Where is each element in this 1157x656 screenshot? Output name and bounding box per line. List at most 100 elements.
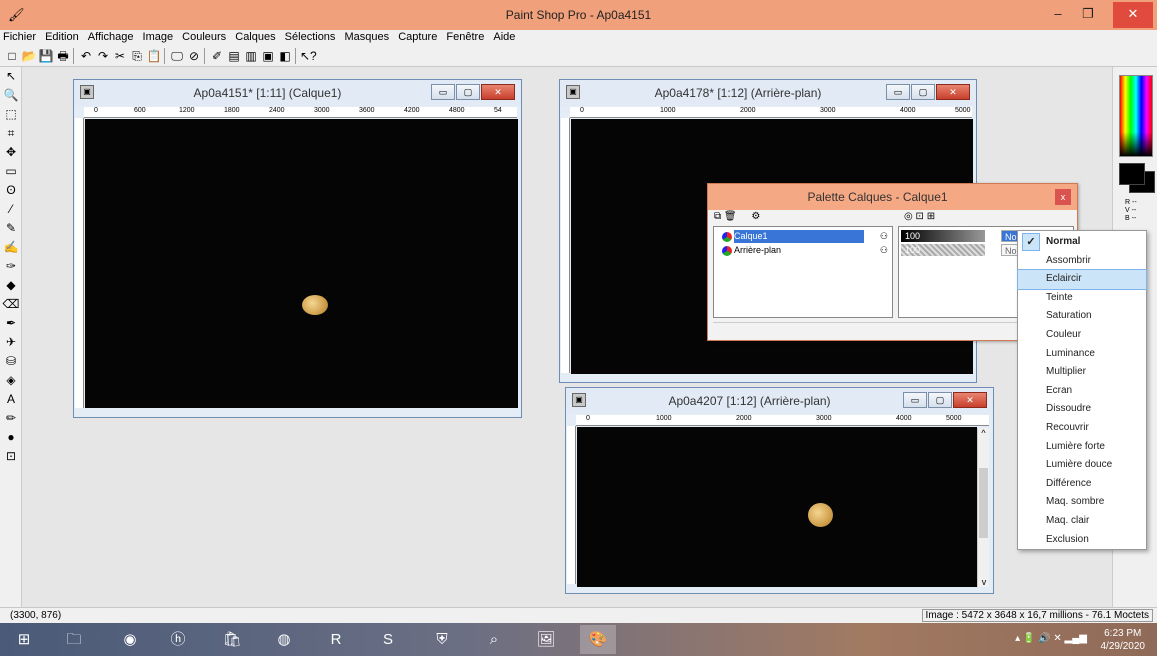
menu-selections[interactable]: Sélections <box>282 30 339 44</box>
window-title-bar[interactable]: ▣ Ap0a4207 [1:12] (Arrière-plan) ▭ ▢ ✕ <box>566 388 993 414</box>
picture-tube-tool-icon[interactable]: ✒ <box>0 314 22 333</box>
image-canvas[interactable] <box>85 119 518 408</box>
layer-group-icon[interactable]: ⊞ <box>927 211 935 222</box>
print-icon[interactable]: 🖶 <box>55 48 71 64</box>
blend-option-saturation[interactable]: Saturation <box>1018 307 1146 326</box>
layer-properties-icon[interactable]: ⚙ <box>751 211 760 222</box>
skype-icon[interactable]: S <box>370 625 406 654</box>
lasso-tool-icon[interactable]: ʘ <box>0 181 22 200</box>
blend-option-lumiere-douce[interactable]: Lumière douce <box>1018 456 1146 475</box>
windows-start-icon[interactable]: ⊞ <box>6 625 42 654</box>
zoom-icon[interactable]: ⊘ <box>186 48 202 64</box>
scrollbar-thumb[interactable] <box>979 468 988 538</box>
undo-icon[interactable]: ↶ <box>78 48 94 64</box>
shape-fill-tool-icon[interactable]: ◈ <box>0 371 22 390</box>
paint-shop-pro-task-icon[interactable]: 🎨 <box>580 625 616 654</box>
window-minimize-button[interactable]: ▭ <box>431 84 455 100</box>
window-minimize-button[interactable]: ▭ <box>886 84 910 100</box>
image-window-ap0a4151[interactable]: ▣ Ap0a4151* [1:11] (Calque1) ▭ ▢ ✕ 0 600 1… <box>73 79 522 418</box>
palette-close-button[interactable]: x <box>1055 189 1071 205</box>
deform-tool-icon[interactable]: ⬚ <box>0 105 22 124</box>
blend-option-normal[interactable]: ✓ Normal <box>1018 233 1146 252</box>
flood-fill-tool-icon[interactable]: ⛁ <box>0 352 22 371</box>
window-maximize-button[interactable]: ▢ <box>928 392 952 408</box>
hp-app-icon[interactable]: ⓗ <box>160 625 196 654</box>
blend-option-teinte[interactable]: Teinte <box>1018 289 1146 308</box>
delete-layer-icon[interactable]: 🗑 <box>724 211 737 222</box>
dropper-tool-icon[interactable]: ⁄ <box>0 200 22 219</box>
menu-couleurs[interactable]: Couleurs <box>179 30 229 44</box>
blend-mode-dropdown[interactable]: ✓ Normal Assombrir Eclaircir Teinte Satur… <box>1017 230 1147 550</box>
new-layer-icon[interactable]: ⧉ <box>714 211 721 222</box>
save-icon[interactable]: 💾 <box>38 48 54 64</box>
preset-shapes-tool-icon[interactable]: ● <box>0 428 22 447</box>
crop-tool-icon[interactable]: ⌗ <box>0 124 22 143</box>
file-explorer-icon[interactable]: 🗀 <box>56 625 92 654</box>
window-title-bar[interactable]: ▣ Ap0a4151* [1:11] (Calque1) ▭ ▢ ✕ <box>74 80 521 106</box>
clock[interactable]: 6:23 PM 4/29/2020 <box>1101 627 1146 653</box>
window-close-button[interactable]: ✕ <box>481 84 515 100</box>
foreground-color-swatch[interactable] <box>1119 163 1145 185</box>
menu-edition[interactable]: Edition <box>42 30 82 44</box>
blend-option-dissoudre[interactable]: Dissoudre <box>1018 400 1146 419</box>
layer-row[interactable]: Arrière-plan ⚇ <box>716 244 892 257</box>
blend-option-assombrir[interactable]: Assombrir <box>1018 252 1146 271</box>
clone-tool-icon[interactable]: ✍ <box>0 238 22 257</box>
blend-option-luminance[interactable]: Luminance <box>1018 345 1146 364</box>
scroll-down-icon[interactable]: v <box>978 577 990 587</box>
blend-option-maq-sombre[interactable]: Maq. sombre <box>1018 493 1146 512</box>
blend-option-eclaircir[interactable]: Eclaircir <box>1017 269 1147 290</box>
menu-capture[interactable]: Capture <box>395 30 440 44</box>
image-window-ap0a4207[interactable]: ▣ Ap0a4207 [1:12] (Arrière-plan) ▭ ▢ ✕ 0 1… <box>565 387 994 594</box>
retouch-tool-icon[interactable]: ◆ <box>0 276 22 295</box>
window-maximize-button[interactable]: ▢ <box>911 84 935 100</box>
maximize-button[interactable]: ❐ <box>1073 2 1103 28</box>
eraser-tool-icon[interactable]: ⌫ <box>0 295 22 314</box>
menu-calques[interactable]: Calques <box>232 30 278 44</box>
copy-icon[interactable]: ⎘ <box>129 48 145 64</box>
paste-icon[interactable]: 📋 <box>146 48 162 64</box>
selection-tool-icon[interactable]: ▭ <box>0 162 22 181</box>
blend-option-lumiere-forte[interactable]: Lumière forte <box>1018 438 1146 457</box>
camera-app-icon[interactable]: ◉ <box>112 625 148 654</box>
color-replacer-tool-icon[interactable]: ✑ <box>0 257 22 276</box>
chrome-icon[interactable]: ◍ <box>266 625 302 654</box>
open-folder-icon[interactable]: 📂 <box>21 48 37 64</box>
menu-image[interactable]: Image <box>140 30 177 44</box>
window-title-bar[interactable]: ▣ Ap0a4178* [1:12] (Arrière-plan) ▭ ▢ ✕ <box>560 80 976 106</box>
security-shield-icon[interactable]: ⛨ <box>424 625 460 654</box>
brush-palette-icon[interactable]: ✐ <box>209 48 225 64</box>
vector-tool-icon[interactable]: ⊡ <box>0 447 22 466</box>
browse-icon[interactable]: 🖵 <box>169 48 185 64</box>
window-maximize-button[interactable]: ▢ <box>456 84 480 100</box>
redo-icon[interactable]: ↷ <box>95 48 111 64</box>
context-help-icon[interactable]: ↖? <box>300 48 317 64</box>
color-spectrum[interactable] <box>1119 75 1153 157</box>
blend-option-maq-clair[interactable]: Maq. clair <box>1018 512 1146 531</box>
palette-title-bar[interactable]: Palette Calques - Calque1 x <box>708 184 1077 210</box>
move-tool-icon[interactable]: ✥ <box>0 143 22 162</box>
menu-aide[interactable]: Aide <box>490 30 518 44</box>
registax-icon[interactable]: R <box>318 625 354 654</box>
search-app-icon[interactable]: ⌕ <box>476 625 512 654</box>
color-palette-icon[interactable]: ▥ <box>243 48 259 64</box>
photos-app-icon[interactable]: 🖼 <box>528 625 564 654</box>
blend-option-couleur[interactable]: Couleur <box>1018 326 1146 345</box>
window-minimize-button[interactable]: ▭ <box>903 392 927 408</box>
blend-option-ecran[interactable]: Ecran <box>1018 382 1146 401</box>
cut-icon[interactable]: ✂ <box>112 48 128 64</box>
blend-option-exclusion[interactable]: Exclusion <box>1018 531 1146 550</box>
opacity-slider[interactable]: 100 <box>901 230 985 242</box>
close-button[interactable]: ✕ <box>1113 2 1153 28</box>
menu-fenetre[interactable]: Fenêtre <box>443 30 487 44</box>
menu-affichage[interactable]: Affichage <box>85 30 137 44</box>
window-close-button[interactable]: ✕ <box>936 84 970 100</box>
blend-option-recouvrir[interactable]: Recouvrir <box>1018 419 1146 438</box>
draw-tool-icon[interactable]: ✏ <box>0 409 22 428</box>
airbrush-tool-icon[interactable]: ✈ <box>0 333 22 352</box>
store-icon[interactable]: 🛍 <box>214 625 250 654</box>
menu-masques[interactable]: Masques <box>342 30 393 44</box>
menu-fichier[interactable]: Fichier <box>0 30 39 44</box>
text-tool-icon[interactable]: A <box>0 390 22 409</box>
toolbar-palette-icon[interactable]: ▤ <box>226 48 242 64</box>
